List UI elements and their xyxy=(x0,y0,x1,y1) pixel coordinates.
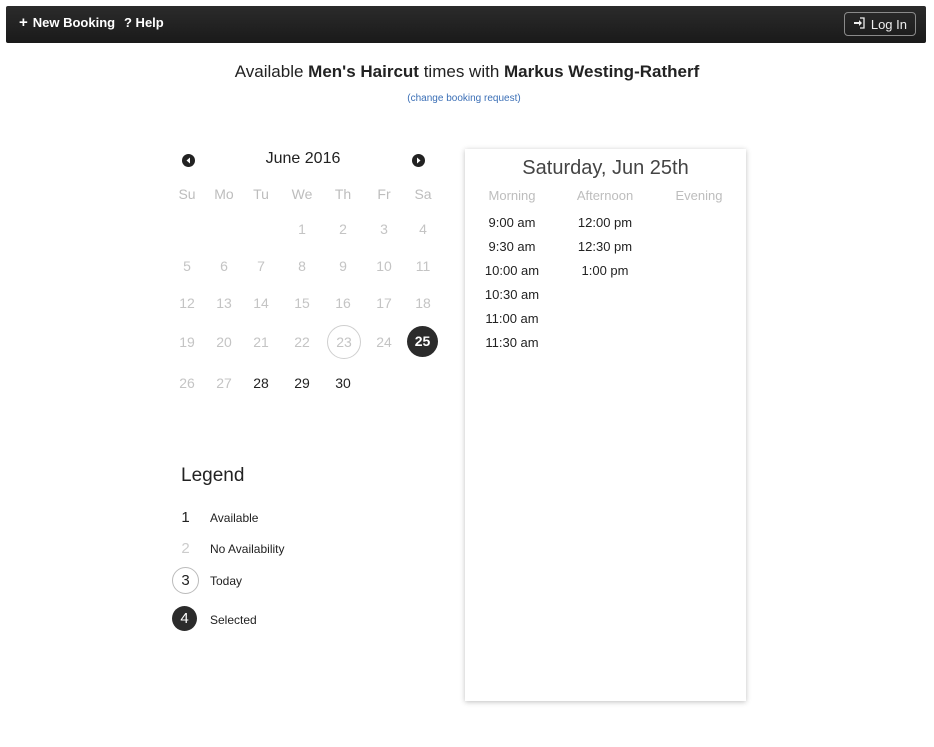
weekday-header: Tu xyxy=(253,186,269,202)
calendar-day: 6 xyxy=(220,258,228,274)
time-slot[interactable]: 12:30 pm xyxy=(560,239,650,254)
legend-sample: 2 xyxy=(181,540,190,557)
top-navbar: + New Booking ? Help Log In xyxy=(6,6,926,43)
calendar-day[interactable]: 30 xyxy=(326,375,360,391)
time-column-header: Morning xyxy=(488,188,536,203)
calendar-day: 10 xyxy=(376,258,392,274)
weekday-header: We xyxy=(291,186,313,202)
calendar-day: 11 xyxy=(415,258,431,274)
new-booking-label: New Booking xyxy=(32,15,116,30)
calendar-day[interactable]: 28 xyxy=(244,375,278,391)
time-slot[interactable]: 10:30 am xyxy=(467,287,557,302)
calendar-day: 27 xyxy=(216,375,232,391)
weekday-header: Sa xyxy=(414,186,432,202)
calendar-day: 8 xyxy=(298,258,306,274)
time-slot[interactable]: 9:30 am xyxy=(467,239,557,254)
legend-label: Available xyxy=(210,511,259,525)
heading-middle: times with xyxy=(423,62,500,81)
plus-icon: + xyxy=(19,14,28,31)
time-column-header: Afternoon xyxy=(576,188,634,203)
weekday-header: Fr xyxy=(377,186,391,202)
staff-name: Markus Westing-Ratherf xyxy=(504,62,700,81)
calendar-day: 19 xyxy=(179,334,195,350)
time-slot[interactable]: 10:00 am xyxy=(467,263,557,278)
calendar-day: 17 xyxy=(376,295,392,311)
calendar-day: 1 xyxy=(298,221,306,237)
weekday-header: Su xyxy=(178,186,196,202)
calendar-day: 12 xyxy=(179,295,195,311)
page-heading: Available Men's Haircut times with Marku… xyxy=(0,62,934,82)
new-booking-link[interactable]: + New Booking xyxy=(19,15,115,30)
calendar-day: 24 xyxy=(376,334,392,350)
calendar-day: 9 xyxy=(339,258,347,274)
selected-date-label: Saturday, Jun 25th xyxy=(522,157,689,179)
weekday-header: Th xyxy=(334,186,352,202)
calendar-day[interactable]: 29 xyxy=(285,375,319,391)
calendar-day: 14 xyxy=(253,295,269,311)
next-month-button[interactable] xyxy=(412,154,425,167)
legend-label: Selected xyxy=(210,613,257,627)
calendar-day: 21 xyxy=(253,334,269,350)
calendar-day: 7 xyxy=(257,258,265,274)
time-slot[interactable]: 12:00 pm xyxy=(560,215,650,230)
calendar-day: 20 xyxy=(216,334,232,350)
calendar-day: 3 xyxy=(380,221,388,237)
login-icon xyxy=(853,16,865,32)
calendar-day: 4 xyxy=(419,221,427,237)
times-panel: Saturday, Jun 25th Morning 9:00 am 9:30 am… xyxy=(465,149,746,701)
time-slot[interactable]: 11:00 am xyxy=(467,311,557,326)
legend-sample: 4 xyxy=(172,606,197,631)
login-button[interactable]: Log In xyxy=(843,12,916,36)
time-column-header: Evening xyxy=(675,188,723,203)
time-slot[interactable]: 9:00 am xyxy=(467,215,557,230)
service-name: Men's Haircut xyxy=(308,62,419,81)
calendar-day-today: 23 xyxy=(327,325,361,359)
calendar-day: 13 xyxy=(216,295,232,311)
calendar-day: 15 xyxy=(294,295,310,311)
legend-title: Legend xyxy=(181,465,245,486)
month-title: June 2016 xyxy=(265,150,341,167)
chevron-right-icon xyxy=(417,157,421,164)
calendar-day: 22 xyxy=(294,334,310,350)
calendar-header: June 2016 xyxy=(173,148,439,172)
calendar-day: 16 xyxy=(335,295,351,311)
calendar-day: 26 xyxy=(179,375,195,391)
help-link[interactable]: ? Help xyxy=(124,15,164,30)
weekday-header: Mo xyxy=(214,186,234,202)
calendar-day: 5 xyxy=(183,258,191,274)
heading-prefix: Available xyxy=(234,62,304,81)
time-slot[interactable]: 11:30 am xyxy=(467,335,557,350)
legend-sample: 1 xyxy=(181,509,190,526)
legend-label: No Availability xyxy=(210,542,285,556)
calendar-day: 2 xyxy=(339,221,347,237)
time-slot[interactable]: 1:00 pm xyxy=(560,263,650,278)
legend-label: Today xyxy=(210,574,243,588)
help-label: ? Help xyxy=(124,15,164,30)
calendar-day: 18 xyxy=(415,295,431,311)
change-booking-link[interactable]: (change booking request) xyxy=(0,93,928,104)
login-label: Log In xyxy=(870,16,907,32)
legend-sample: 3 xyxy=(172,567,199,594)
calendar-day-selected[interactable]: 25 xyxy=(407,326,438,357)
